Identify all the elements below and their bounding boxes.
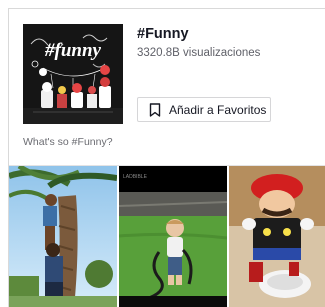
cover-text: #funny — [44, 40, 102, 61]
video-grid: LADBIBLE — [9, 166, 325, 307]
cover-illustration: #funny — [23, 24, 123, 124]
video-thumbnail-2[interactable]: LADBIBLE — [119, 166, 227, 307]
hashtag-header: #funny #Funny 3320.8B visualizaciones Añ… — [9, 9, 325, 166]
thumbnail-image — [9, 166, 117, 307]
add-to-favorites-button[interactable]: Añadir a Favoritos — [137, 97, 271, 122]
hashtag-description: What's so #Funny? — [23, 136, 113, 148]
watermark-text: LADBIBLE — [123, 174, 148, 180]
thumbnail-image — [229, 166, 325, 307]
hashtag-title: #Funny — [137, 26, 189, 42]
thumbnail-image: LADBIBLE — [119, 166, 227, 307]
bookmark-icon — [149, 102, 161, 117]
add-to-favorites-label: Añadir a Favoritos — [169, 102, 267, 117]
hashtag-page: #funny #Funny 3320.8B visualizaciones Añ… — [8, 8, 325, 307]
video-thumbnail-3[interactable] — [229, 166, 325, 307]
video-thumbnail-1[interactable] — [9, 166, 117, 307]
view-count: 3320.8B visualizaciones — [137, 47, 261, 59]
hashtag-cover-image[interactable]: #funny — [23, 24, 123, 124]
